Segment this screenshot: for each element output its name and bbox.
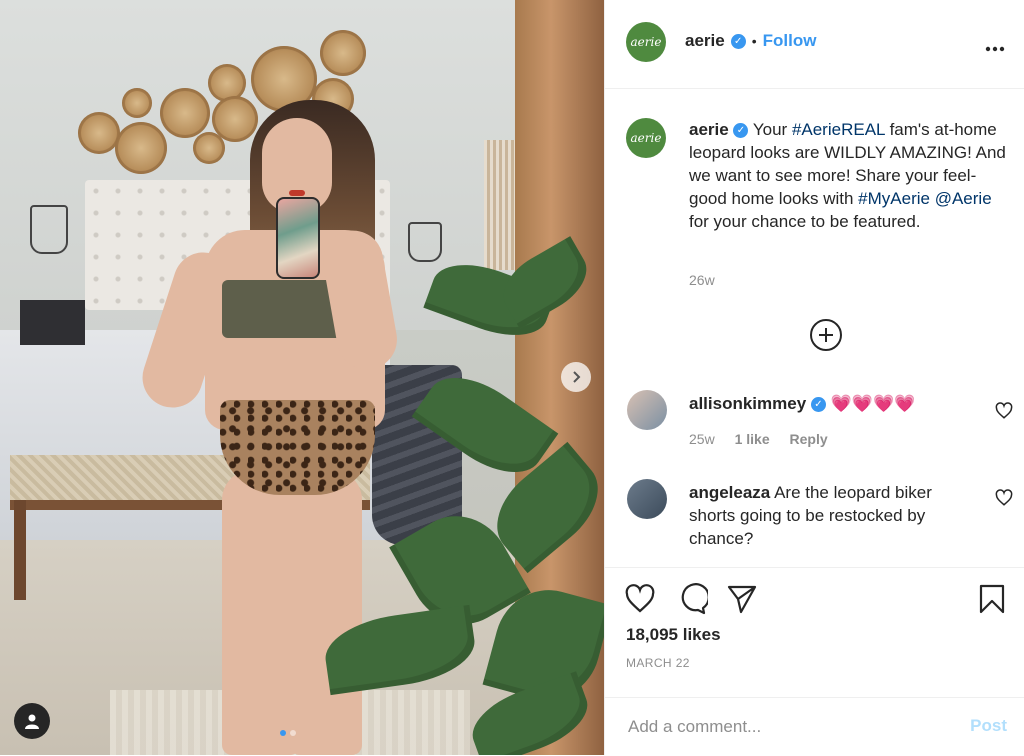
caption-text: aerie ✓ Your #AerieREAL fam's at-home le… (689, 118, 1009, 233)
wall-basket (115, 122, 167, 174)
post-photo[interactable] (0, 0, 604, 755)
like-heart-icon[interactable] (624, 583, 656, 615)
comment-input[interactable] (626, 710, 950, 744)
instagram-post: aerie aerie ✓ • Follow aerie aerie ✓ You… (0, 0, 1024, 755)
comment-likes-link[interactable]: 1 like (735, 431, 770, 447)
next-image-button[interactable] (561, 362, 591, 392)
left-leg (222, 470, 300, 755)
post-date: MARCH 22 (626, 656, 690, 670)
hashtag-link[interactable]: #AerieREAL (792, 120, 885, 139)
reply-button[interactable]: Reply (790, 431, 828, 447)
header-user-row: aerie ✓ • Follow (685, 31, 816, 51)
plus-icon (819, 328, 833, 342)
like-comment-heart-icon[interactable] (995, 489, 1013, 507)
post-comment-button[interactable]: Post (970, 716, 1007, 736)
caption-text-part: for your chance to be featured. (689, 212, 921, 231)
load-more-comments-button[interactable] (810, 319, 842, 351)
caption-username[interactable]: aerie (689, 120, 729, 139)
wall-lamp (30, 205, 68, 254)
verified-badge-icon: ✓ (733, 123, 749, 139)
likes-count[interactable]: 18,095 likes (626, 625, 721, 645)
verified-badge-icon: ✓ (810, 397, 826, 413)
post-sidebar: aerie aerie ✓ • Follow aerie aerie ✓ You… (604, 0, 1024, 755)
post-actions: 18,095 likes MARCH 22 (605, 567, 1024, 698)
profile-avatar[interactable]: aerie (626, 22, 666, 62)
bench-leg (14, 500, 26, 600)
avatar-logo-text: aerie (630, 35, 662, 49)
avatar-logo-text: aerie (630, 131, 662, 145)
hashtag-link[interactable]: #MyAerie (858, 189, 930, 208)
caption-avatar[interactable]: aerie (626, 118, 666, 158)
commenter-avatar[interactable] (627, 479, 667, 519)
more-options-button[interactable] (985, 32, 1005, 58)
caption-text-part: Your (752, 120, 792, 139)
wall-basket (320, 30, 366, 76)
leopard-bottoms (220, 400, 375, 495)
comment-text: angeleaza Are the leopard biker shorts g… (689, 481, 979, 550)
nightstand (20, 300, 85, 345)
save-bookmark-icon[interactable] (976, 583, 1008, 615)
wall-basket (212, 96, 258, 142)
verified-badge-icon: ✓ (730, 33, 746, 49)
more-horizontal-icon (985, 46, 1005, 52)
carousel-dot (280, 730, 286, 736)
comment-meta: 25w 1 like Reply (689, 431, 844, 447)
share-paper-plane-icon[interactable] (726, 583, 758, 615)
carousel-dot (290, 730, 296, 736)
commenter-avatar[interactable] (627, 390, 667, 430)
wall-basket (160, 88, 210, 138)
comment-username[interactable]: allisonkimmey (689, 394, 806, 413)
post-header: aerie aerie ✓ • Follow (605, 0, 1024, 89)
wall-lamp (408, 222, 442, 262)
lips (289, 190, 305, 196)
comment-time: 25w (689, 431, 715, 447)
caption-age: 26w (689, 272, 715, 288)
mention-link[interactable]: @Aerie (935, 189, 992, 208)
wall-basket (122, 88, 152, 118)
follow-button[interactable]: Follow (763, 31, 817, 51)
comment-text: allisonkimmey ✓ 💗💗💗💗 (689, 392, 979, 415)
chevron-right-icon (573, 371, 581, 383)
header-username[interactable]: aerie (685, 31, 725, 51)
user-icon (25, 714, 39, 729)
comment-body: 💗💗💗💗 (830, 394, 916, 413)
comment-username[interactable]: angeleaza (689, 483, 770, 502)
comment-bubble-icon[interactable] (676, 583, 708, 615)
wall-basket (78, 112, 120, 154)
right-leg (290, 470, 362, 755)
add-comment-bar: Post (605, 697, 1024, 756)
tagged-user-button[interactable] (14, 703, 50, 739)
separator-dot: • (751, 33, 757, 49)
carousel-indicator (280, 730, 296, 736)
phone (276, 197, 320, 279)
like-comment-heart-icon[interactable] (995, 402, 1013, 420)
